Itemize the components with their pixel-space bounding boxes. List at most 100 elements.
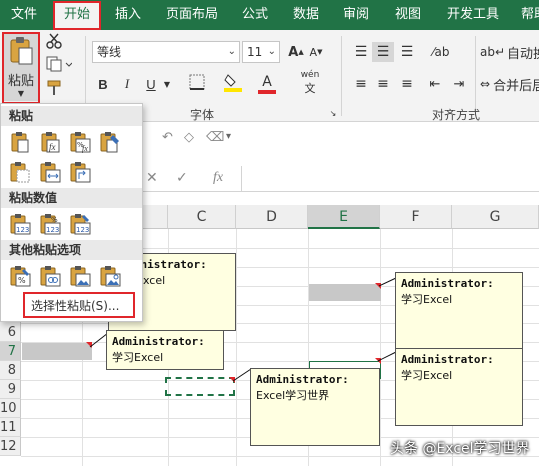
align-left-button[interactable]: ≡ xyxy=(350,74,372,94)
paste-brush-icon xyxy=(99,131,121,156)
align-left-icon: ≡ xyxy=(355,76,367,92)
comment-box[interactable]: Administrator: 学习Excel xyxy=(395,348,523,426)
alignment-group-label: 对齐方式 xyxy=(432,108,481,122)
font-dialog-launcher[interactable]: ↘ xyxy=(328,108,338,118)
tab-developer[interactable]: 开发工具 xyxy=(440,0,506,30)
align-top-button[interactable]: ☰ xyxy=(350,42,372,62)
font-color-button[interactable]: A xyxy=(256,72,278,96)
format-painter-icon xyxy=(46,80,62,100)
chevron-down-icon: ⌄ xyxy=(227,46,236,57)
comment-text: 学习Excel xyxy=(401,293,453,306)
paste-picture-icon xyxy=(69,265,91,290)
paste-link-icon xyxy=(39,265,61,290)
paste-keep-source-format-button[interactable] xyxy=(97,130,123,156)
customize-dropdown-icon[interactable]: ▾ xyxy=(226,131,231,142)
paste-option-button[interactable] xyxy=(7,130,33,156)
paste-values-brush-icon: 123 xyxy=(69,213,91,238)
paste-keep-column-width-button[interactable] xyxy=(37,160,63,186)
phonetic-icon: 文 xyxy=(304,82,316,95)
ribbon-separator xyxy=(475,36,476,116)
align-center-button[interactable]: ≡ xyxy=(372,74,394,94)
increase-indent-button[interactable]: ⇥ xyxy=(448,74,470,94)
highlight-home-tab xyxy=(53,1,101,30)
font-size-value: 11 xyxy=(247,45,263,59)
align-right-button[interactable]: ≡ xyxy=(396,74,418,94)
copy-icon xyxy=(46,56,73,76)
tab-view[interactable]: 视图 xyxy=(388,0,428,30)
paste-picture-button[interactable] xyxy=(67,264,93,290)
paste-linked-picture-button[interactable] xyxy=(97,264,123,290)
align-middle-button[interactable]: ☰ xyxy=(372,42,394,62)
chevron-down-icon[interactable]: ▼ xyxy=(162,74,172,94)
comment-box[interactable]: Administrator: 学习Excel xyxy=(106,330,224,370)
align-right-icon: ≡ xyxy=(401,76,413,92)
wrap-text-icon: ab↵ xyxy=(480,45,506,59)
comment-box[interactable]: Administrator: 学习Excel xyxy=(395,272,523,350)
wrap-text-button[interactable]: ab↵ 自动换行 xyxy=(480,42,539,62)
fill-color-button[interactable] xyxy=(222,72,244,96)
decrease-indent-button[interactable]: ⇤ xyxy=(424,74,446,94)
font-color-glyph: A xyxy=(262,73,272,90)
format-painter-button[interactable] xyxy=(44,80,64,100)
shape-icon[interactable]: ◇ xyxy=(184,130,194,145)
paste-formulas-number-format-button[interactable]: % fx xyxy=(67,130,93,156)
comment-author: Administrator: xyxy=(256,373,349,386)
font-color-icon xyxy=(258,89,276,94)
cut-button[interactable] xyxy=(44,33,64,52)
shrink-font-button[interactable]: A ▼ xyxy=(306,43,326,61)
align-bottom-icon: ☰ xyxy=(400,44,414,60)
paste-percent-fx-icon: % fx xyxy=(69,131,91,156)
eraser-icon[interactable]: ⌫ xyxy=(206,130,224,145)
tab-data[interactable]: 数据 xyxy=(286,0,326,30)
comment-text: Excel学习世界 xyxy=(256,389,330,402)
grow-font-button[interactable]: A ▲ xyxy=(286,43,306,61)
copy-button[interactable] xyxy=(44,56,74,76)
font-name-combo[interactable]: 等线 ⌄ xyxy=(92,41,240,63)
paste-formulas-button[interactable]: fx xyxy=(37,130,63,156)
paste-link-button[interactable] xyxy=(37,264,63,290)
phonetic-button[interactable]: wén 文 xyxy=(298,70,322,96)
comment-author: Administrator: xyxy=(401,277,494,290)
font-size-combo[interactable]: 11 ⌄ xyxy=(242,41,280,63)
align-center-icon: ≡ xyxy=(377,76,389,92)
tab-help[interactable]: 帮助 xyxy=(514,0,539,30)
enter-icon[interactable]: ✓ xyxy=(176,170,188,186)
comment-author: Administrator: xyxy=(112,335,205,348)
font-group-label: 字体 xyxy=(190,108,215,122)
formula-input[interactable] xyxy=(244,169,536,189)
paste-no-borders-icon xyxy=(9,161,31,186)
decrease-indent-icon: ⇤ xyxy=(429,76,441,92)
italic-button[interactable]: I xyxy=(118,74,136,94)
comment-text: 学习Excel xyxy=(112,351,164,364)
tab-insert[interactable]: 插入 xyxy=(108,0,148,30)
paste-values-button[interactable]: 123 xyxy=(7,212,33,238)
paste-transpose-button[interactable] xyxy=(67,160,93,186)
comment-indicator xyxy=(86,342,92,348)
comment-box[interactable]: Administrator: Excel学习世界 xyxy=(250,368,380,446)
paste-values-icon: 123 xyxy=(9,213,31,238)
undo-icon[interactable]: ↶ xyxy=(162,130,173,145)
svg-text:123: 123 xyxy=(46,226,59,234)
tab-formulas[interactable]: 公式 xyxy=(236,0,274,30)
align-bottom-button[interactable]: ☰ xyxy=(396,42,418,62)
orientation-button[interactable]: ⁄ab xyxy=(426,42,456,62)
fill-color-icon xyxy=(224,72,242,96)
svg-text:fx: fx xyxy=(49,142,56,152)
svg-text:%: % xyxy=(18,276,26,285)
paste-formatting-button[interactable]: % xyxy=(7,264,33,290)
paste-values-number-format-button[interactable]: 123% xyxy=(37,212,63,238)
insert-function-button[interactable]: fx xyxy=(213,170,223,186)
menu-header-paste: 粘贴 xyxy=(1,106,142,126)
tab-page-layout[interactable]: 页面布局 xyxy=(160,0,224,30)
paste-values-source-format-button[interactable]: 123 xyxy=(67,212,93,238)
merge-center-button[interactable]: ⇔ 合并后居中 xyxy=(480,74,539,94)
comment-text: 学习Excel xyxy=(401,369,453,382)
border-button[interactable] xyxy=(184,74,210,94)
ribbon-separator xyxy=(341,36,342,116)
paste-no-borders-button[interactable] xyxy=(7,160,33,186)
tab-review[interactable]: 审阅 xyxy=(336,0,376,30)
bold-button[interactable]: B xyxy=(94,74,112,94)
tab-file[interactable]: 文件 xyxy=(2,0,46,30)
underline-button[interactable]: U xyxy=(140,74,162,94)
cancel-icon[interactable]: ✕ xyxy=(146,170,158,186)
